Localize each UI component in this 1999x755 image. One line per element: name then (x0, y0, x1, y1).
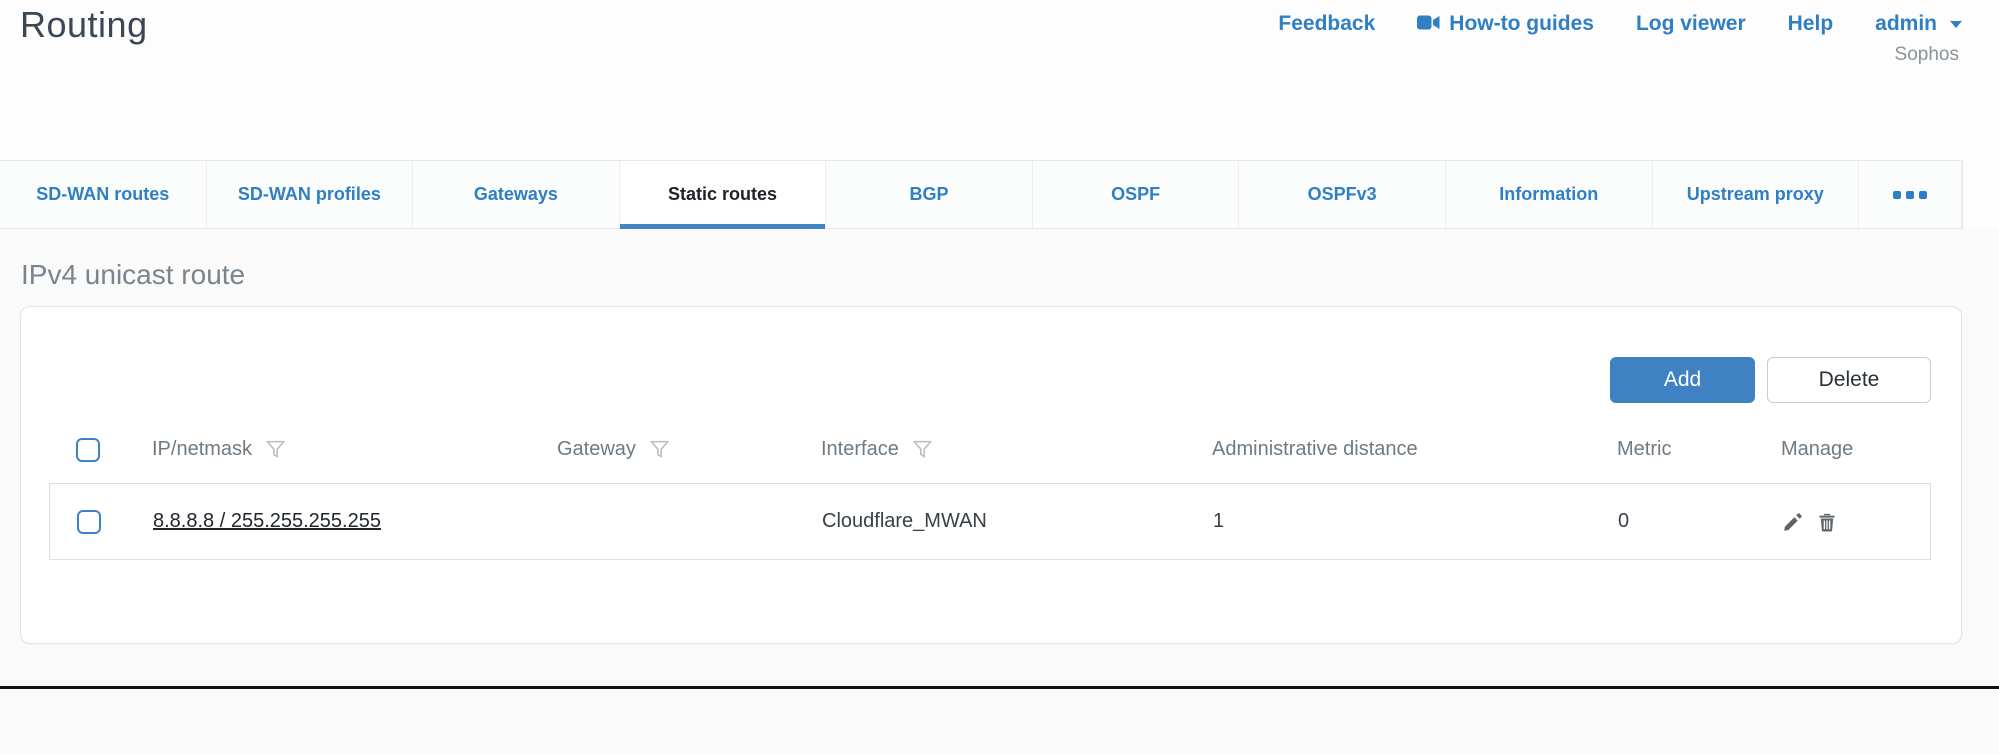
tab-static-routes[interactable]: Static routes (620, 161, 827, 228)
help-link[interactable]: Help (1788, 12, 1834, 36)
select-all-checkbox[interactable] (76, 438, 100, 462)
tab-label: SD-WAN profiles (238, 184, 381, 205)
video-camera-icon (1417, 12, 1440, 36)
tab-label: Gateways (474, 184, 558, 205)
tab-sdwan-routes[interactable]: SD-WAN routes (0, 161, 207, 228)
column-metric: Metric (1617, 438, 1671, 461)
column-interface: Interface (821, 438, 899, 461)
howto-guides-label: How-to guides (1449, 12, 1594, 36)
routing-tabs: SD-WAN routes SD-WAN profiles Gateways S… (0, 160, 1963, 229)
tab-label: Static routes (668, 184, 777, 205)
column-ip-netmask: IP/netmask (152, 438, 252, 461)
page-title: Routing (20, 4, 148, 46)
filter-icon[interactable] (912, 439, 933, 460)
table-row: 8.8.8.8 / 255.255.255.255 Cloudflare_MWA… (49, 483, 1931, 560)
help-label: Help (1788, 12, 1834, 36)
tab-label: OSPFv3 (1308, 184, 1377, 205)
tab-ospf[interactable]: OSPF (1033, 161, 1240, 228)
table-header-row: IP/netmask Gateway Interface (49, 416, 1931, 483)
filter-icon[interactable] (649, 439, 670, 460)
tab-label: Information (1499, 184, 1598, 205)
add-button[interactable]: Add (1610, 357, 1755, 403)
main-content: IPv4 unicast route Add Delete IP/netmask… (0, 229, 1999, 755)
tab-bgp[interactable]: BGP (826, 161, 1033, 228)
ipv4-unicast-route-card: Add Delete IP/netmask Gateway (20, 306, 1962, 644)
row-checkbox[interactable] (77, 510, 101, 534)
admin-menu[interactable]: admin (1875, 12, 1962, 36)
brand-label: Sophos (1895, 44, 1959, 66)
chevron-down-icon (1950, 21, 1962, 28)
route-metric-value: 0 (1618, 510, 1629, 533)
feedback-link[interactable]: Feedback (1278, 12, 1375, 36)
tab-label: BGP (910, 184, 949, 205)
tab-label: OSPF (1111, 184, 1160, 205)
route-interface-value: Cloudflare_MWAN (822, 510, 987, 533)
log-viewer-link[interactable]: Log viewer (1636, 12, 1746, 36)
tab-upstream-proxy[interactable]: Upstream proxy (1653, 161, 1860, 228)
tab-ospfv3[interactable]: OSPFv3 (1239, 161, 1446, 228)
tab-label: Upstream proxy (1687, 184, 1824, 205)
howto-guides-link[interactable]: How-to guides (1417, 12, 1594, 36)
delete-button[interactable]: Delete (1767, 357, 1931, 403)
delete-trash-icon[interactable] (1816, 511, 1838, 533)
feedback-label: Feedback (1278, 12, 1375, 36)
section-title: IPv4 unicast route (21, 259, 1999, 291)
static-routes-table: IP/netmask Gateway Interface (49, 416, 1931, 560)
filter-icon[interactable] (265, 439, 286, 460)
route-ip-netmask-link[interactable]: 8.8.8.8 / 255.255.255.255 (153, 510, 381, 533)
ellipsis-icon (1893, 191, 1927, 199)
tab-gateways[interactable]: Gateways (413, 161, 620, 228)
tab-information[interactable]: Information (1446, 161, 1653, 228)
column-administrative-distance: Administrative distance (1212, 438, 1418, 461)
column-gateway: Gateway (557, 438, 636, 461)
tabs-more-button[interactable] (1859, 161, 1962, 228)
route-administrative-distance-value: 1 (1213, 510, 1224, 533)
edit-pencil-icon[interactable] (1782, 511, 1804, 533)
admin-label: admin (1875, 12, 1937, 36)
column-manage: Manage (1781, 438, 1853, 461)
tab-sdwan-profiles[interactable]: SD-WAN profiles (207, 161, 414, 228)
table-toolbar: Add Delete (21, 307, 1961, 416)
log-viewer-label: Log viewer (1636, 12, 1746, 36)
tab-label: SD-WAN routes (36, 184, 169, 205)
top-navigation: Feedback How-to guides Log viewer Help a… (1278, 12, 1962, 36)
top-header: Routing Feedback How-to guides Log viewe… (0, 0, 1999, 160)
